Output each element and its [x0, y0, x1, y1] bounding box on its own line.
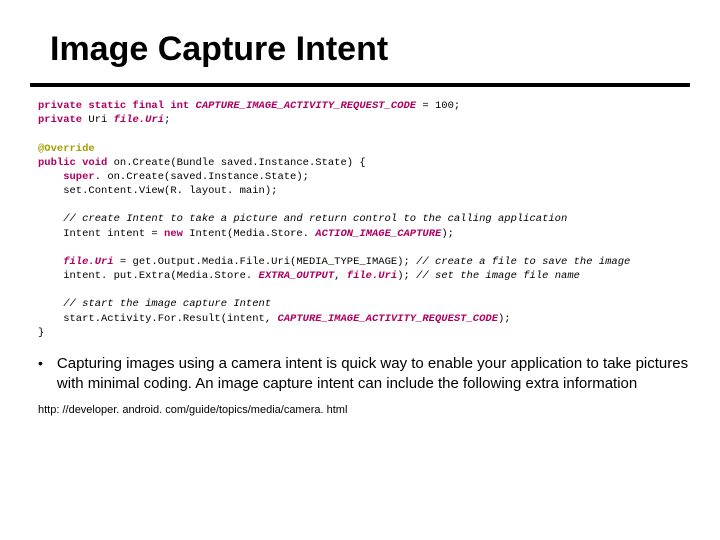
- code-text: Intent(Media.Store.: [189, 228, 315, 240]
- code-text: Uri: [88, 114, 113, 126]
- code-keyword: public void: [38, 157, 114, 169]
- code-field: file.Uri: [114, 114, 164, 126]
- code-text: ,: [334, 270, 347, 282]
- code-text: = get.Output.Media.File.Uri(MEDIA_TYPE_I…: [114, 256, 416, 268]
- code-text: intent. put.Extra(Media.Store.: [38, 270, 259, 282]
- code-text: );: [498, 313, 511, 325]
- code-text: ;: [164, 114, 170, 126]
- code-const: CAPTURE_IMAGE_ACTIVITY_REQUEST_CODE: [277, 313, 498, 325]
- code-field: file.Uri: [347, 270, 397, 282]
- code-comment: // create a file to save the image: [416, 256, 630, 268]
- code-text: . on.Create(saved.Instance.State);: [95, 171, 309, 183]
- code-comment: // create Intent to take a picture and r…: [38, 213, 567, 225]
- code-text: }: [38, 327, 44, 339]
- code-text: );: [441, 228, 454, 240]
- divider-rule: [30, 83, 690, 87]
- bullet-text: Capturing images using a camera intent i…: [57, 354, 690, 395]
- code-text: set.Content.View(R. layout. main);: [38, 185, 277, 197]
- code-text: );: [397, 270, 416, 282]
- code-keyword: private: [38, 114, 88, 126]
- bullet-dot: •: [38, 354, 43, 395]
- bullet-item: • Capturing images using a camera intent…: [38, 354, 690, 395]
- code-const: ACTION_IMAGE_CAPTURE: [315, 228, 441, 240]
- code-keyword: new: [164, 228, 189, 240]
- code-annotation: @Override: [38, 143, 95, 155]
- code-const: CAPTURE_IMAGE_ACTIVITY_REQUEST_CODE: [196, 100, 417, 112]
- code-keyword: private static final int: [38, 100, 196, 112]
- code-field: file.Uri: [38, 256, 114, 268]
- code-text: on.Create(Bundle saved.Instance.State) {: [114, 157, 366, 169]
- code-text: = 100;: [416, 100, 460, 112]
- slide-title: Image Capture Intent: [50, 30, 690, 69]
- code-block: private static final int CAPTURE_IMAGE_A…: [38, 99, 690, 340]
- code-const: EXTRA_OUTPUT: [259, 270, 335, 282]
- code-comment: // start the image capture Intent: [38, 298, 271, 310]
- footer-url: http: //developer. android. com/guide/to…: [38, 404, 690, 416]
- code-keyword: super: [38, 171, 95, 183]
- code-text: start.Activity.For.Result(intent,: [38, 313, 277, 325]
- code-text: Intent intent =: [38, 228, 164, 240]
- code-comment: // set the image file name: [416, 270, 580, 282]
- slide: Image Capture Intent private static fina…: [0, 0, 720, 540]
